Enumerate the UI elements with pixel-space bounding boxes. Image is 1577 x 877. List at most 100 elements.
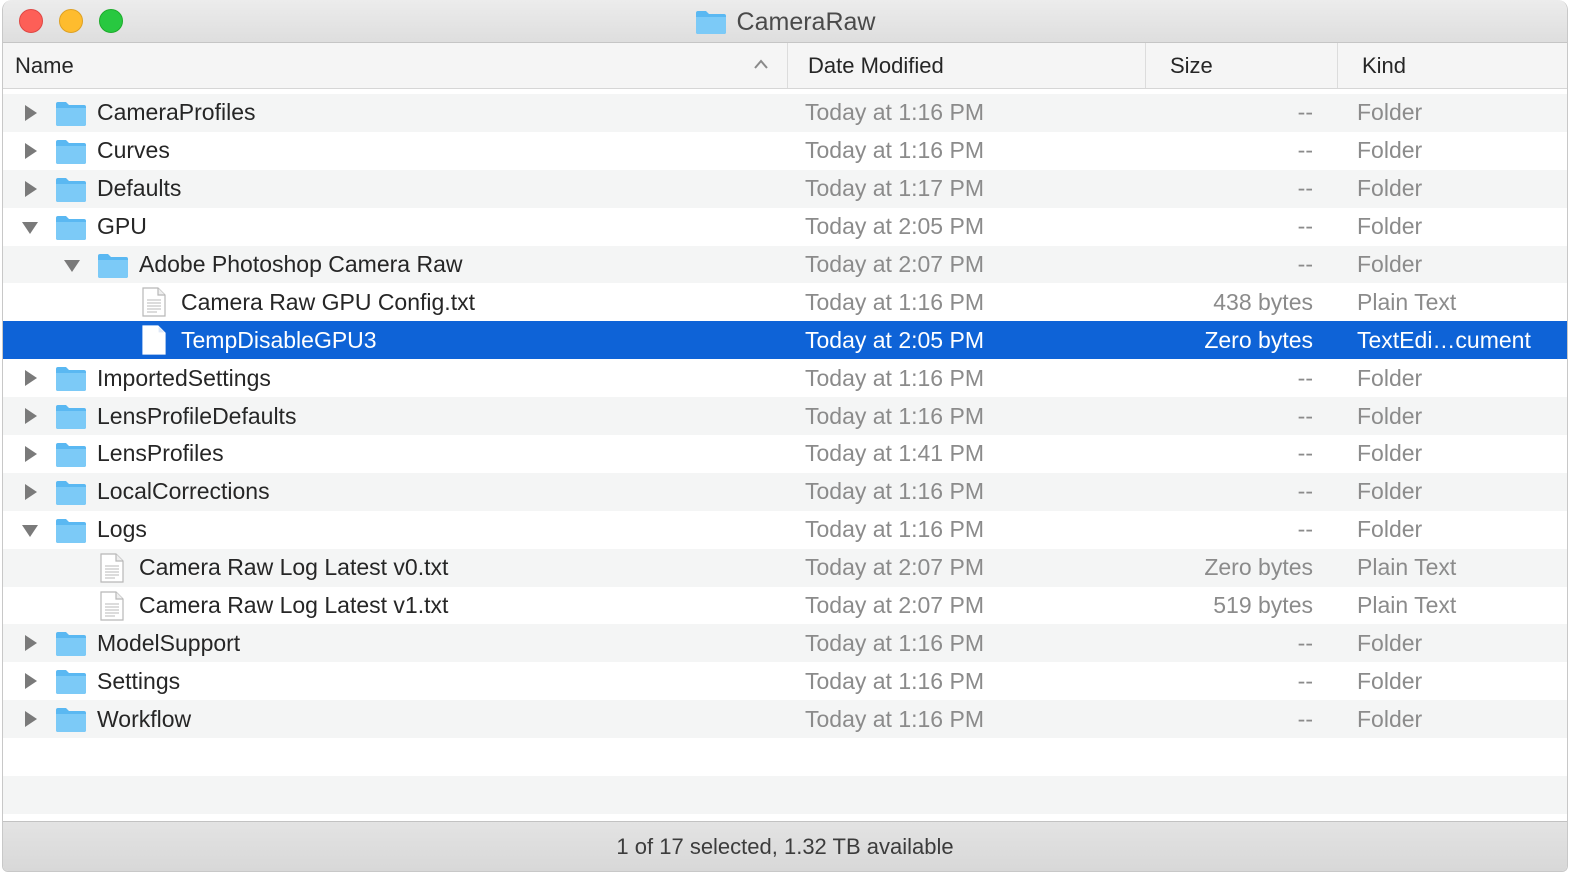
table-row[interactable]: Logs Today at 1:16 PM -- Folder [3, 510, 1567, 549]
file-name: LensProfileDefaults [97, 402, 297, 429]
folder-icon [55, 175, 87, 208]
disclosure-collapsed-icon[interactable] [21, 445, 39, 463]
file-name: LensProfiles [97, 440, 224, 467]
file-name: Workflow [97, 705, 192, 732]
file-name: Adobe Photoshop Camera Raw [139, 251, 463, 277]
disclosure-collapsed-icon[interactable] [21, 142, 39, 160]
table-row[interactable]: LensProfiles Today at 1:41 PM -- Folder [3, 435, 1567, 473]
title-bar[interactable]: CameraRaw [3, 0, 1567, 43]
file-size: -- [1297, 516, 1313, 543]
file-size: 519 bytes [1213, 592, 1313, 619]
date-modified: Today at 1:16 PM [805, 478, 984, 505]
file-name: TempDisableGPU3 [181, 326, 377, 353]
table-row[interactable]: Settings Today at 1:16 PM -- Folder [3, 662, 1567, 701]
date-modified: Today at 2:07 PM [805, 554, 984, 581]
file-name: ImportedSettings [97, 364, 271, 391]
file-size: -- [1297, 478, 1313, 505]
folder-icon [55, 364, 87, 397]
text-document-icon [99, 590, 125, 626]
file-size: 438 bytes [1213, 288, 1313, 315]
disclosure-expanded-icon[interactable] [63, 256, 81, 274]
folder-icon [97, 251, 129, 284]
file-list: CameraProfiles Today at 1:16 PM -- Folder C… [3, 94, 1567, 739]
table-row[interactable]: Adobe Photoshop Camera Raw Today at 2:07 … [3, 245, 1567, 284]
file-name: Logs [97, 516, 147, 543]
table-row[interactable]: ImportedSettings Today at 1:16 PM -- Folder [3, 359, 1567, 398]
status-bar: 1 of 17 selected, 1.32 TB available [3, 821, 1567, 871]
column-header-bar: Name Date Modified Size Kind [3, 43, 1567, 89]
table-row[interactable]: GPU Today at 2:05 PM -- Folder [3, 207, 1567, 246]
file-name: LocalCorrections [97, 478, 270, 505]
file-size: -- [1297, 667, 1313, 694]
date-modified: Today at 2:05 PM [805, 326, 984, 353]
date-modified: Today at 1:16 PM [805, 705, 984, 732]
table-row[interactable]: ModelSupport Today at 1:16 PM -- Folder [3, 624, 1567, 663]
file-size: -- [1297, 364, 1313, 391]
folder-icon [55, 99, 87, 132]
file-size: Zero bytes [1204, 326, 1313, 353]
file-size: -- [1297, 402, 1313, 429]
disclosure-collapsed-icon[interactable] [21, 180, 39, 198]
folder-icon [55, 137, 87, 170]
file-kind: Folder [1357, 99, 1423, 126]
file-kind: Plain Text [1357, 554, 1457, 581]
disclosure-collapsed-icon[interactable] [21, 369, 39, 387]
file-name: Camera Raw Log Latest v1.txt [139, 592, 449, 619]
table-row-selected[interactable]: TempDisableGPU3 Today at 2:05 PM Zero byte… [3, 321, 1567, 360]
folder-icon [55, 705, 87, 738]
text-document-icon [99, 553, 125, 588]
table-row[interactable]: LocalCorrections Today at 1:16 PM -- Folder [3, 472, 1567, 511]
disclosure-collapsed-icon[interactable] [21, 710, 39, 728]
table-row[interactable]: Camera Raw Log Latest v0.txt Today at 2:0… [3, 548, 1567, 588]
file-kind: Folder [1357, 478, 1423, 505]
file-name: Settings [97, 667, 181, 694]
chevron-up-icon [754, 59, 768, 69]
date-modified: Today at 1:16 PM [805, 288, 984, 315]
file-size: -- [1297, 213, 1313, 240]
file-size: -- [1297, 99, 1313, 126]
disclosure-collapsed-icon[interactable] [21, 407, 39, 425]
disclosure-collapsed-icon[interactable] [21, 104, 39, 122]
folder-icon [55, 402, 87, 435]
date-modified: Today at 1:41 PM [805, 440, 984, 467]
file-kind: Plain Text [1357, 288, 1457, 315]
file-size: -- [1297, 175, 1313, 202]
folder-icon [55, 667, 87, 700]
date-modified: Today at 1:16 PM [805, 402, 984, 429]
text-document-icon [141, 287, 167, 322]
file-kind: Folder [1357, 213, 1423, 240]
table-row[interactable]: Defaults Today at 1:17 PM -- Folder [3, 169, 1567, 208]
table-row[interactable]: Workflow Today at 1:16 PM -- Folder [3, 700, 1567, 739]
file-name: Defaults [97, 175, 182, 202]
file-kind: Folder [1357, 175, 1423, 202]
file-name: Curves [97, 137, 170, 164]
table-row[interactable]: CameraProfiles Today at 1:16 PM -- Folder [3, 94, 1567, 132]
disclosure-expanded-icon[interactable] [21, 218, 39, 236]
file-kind: Folder [1357, 402, 1423, 429]
table-row[interactable]: Curves Today at 1:16 PM -- Folder [3, 131, 1567, 170]
disclosure-collapsed-icon[interactable] [21, 483, 39, 501]
status-text: 1 of 17 selected, 1.32 TB available [616, 833, 954, 859]
table-row[interactable]: Camera Raw Log Latest v1.txt Today at 2:0… [3, 586, 1567, 626]
file-kind: Folder [1357, 440, 1423, 467]
column-header-date-modified[interactable]: Date Modified [787, 43, 1143, 88]
folder-icon [55, 440, 87, 473]
file-size: -- [1297, 440, 1313, 467]
column-header-size[interactable]: Size [1145, 43, 1337, 88]
file-kind: TextEdi…cument [1357, 326, 1531, 353]
table-row[interactable]: Camera Raw GPU Config.txt Today at 1:16 P… [3, 283, 1567, 322]
date-modified: Today at 1:16 PM [805, 667, 984, 694]
folder-icon [55, 478, 87, 511]
column-header-name[interactable]: Name [15, 43, 775, 88]
file-size: -- [1297, 137, 1313, 164]
folder-icon [55, 516, 87, 549]
disclosure-collapsed-icon[interactable] [21, 672, 39, 690]
disclosure-collapsed-icon[interactable] [21, 634, 39, 652]
table-row[interactable]: LensProfileDefaults Today at 1:16 PM -- Fol… [3, 397, 1567, 436]
date-modified: Today at 2:07 PM [805, 251, 984, 277]
file-kind: Folder [1357, 251, 1423, 277]
disclosure-expanded-icon[interactable] [21, 521, 39, 539]
date-modified: Today at 2:07 PM [805, 592, 984, 619]
column-header-kind[interactable]: Kind [1337, 43, 1567, 88]
finder-window: CameraRaw Name Date Modified Size Kind C… [2, 0, 1568, 872]
